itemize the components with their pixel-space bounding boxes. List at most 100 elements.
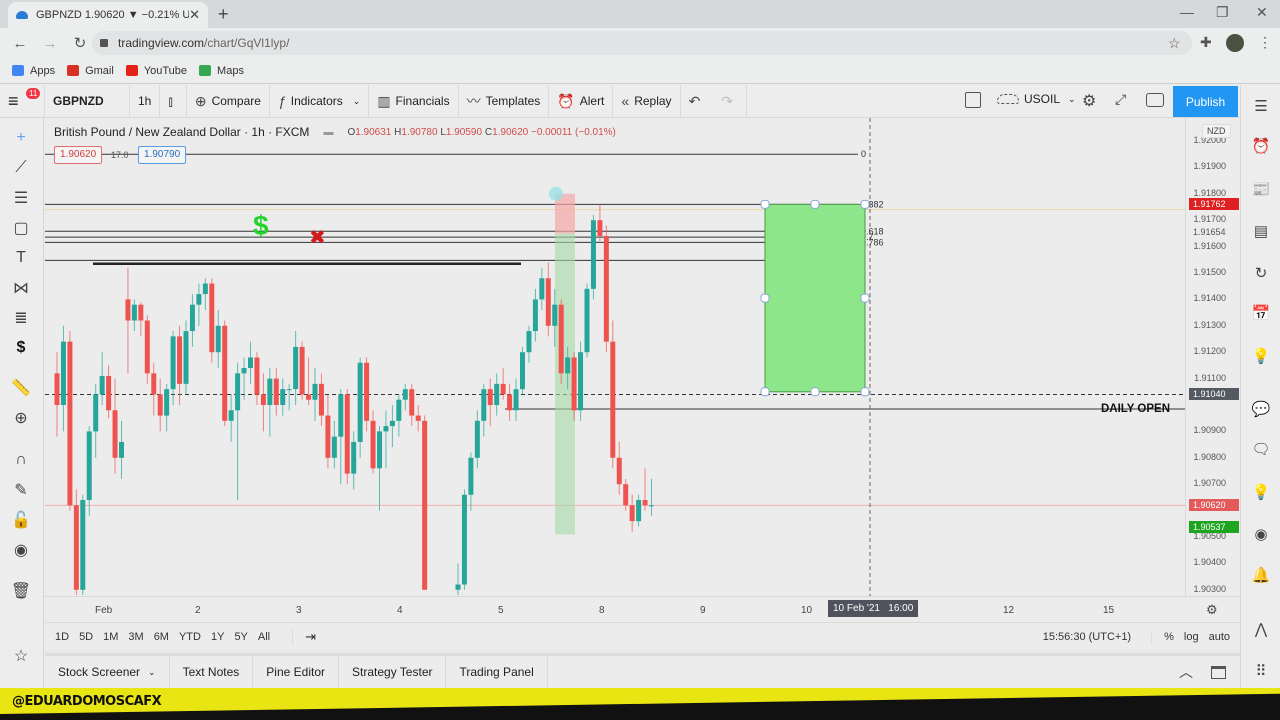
buy-price-button[interactable]: 1.90790 [138, 146, 187, 164]
star-icon[interactable]: ☆ [10, 645, 32, 667]
ideas-bulb-icon[interactable]: 💡 [1250, 345, 1272, 367]
sell-price-button[interactable]: 1.90620 [54, 146, 103, 164]
news-icon[interactable]: 📰 [1250, 178, 1272, 200]
ruler-icon[interactable]: 📏 [10, 377, 32, 399]
chevron-up-icon[interactable]: ︿ [1179, 662, 1193, 682]
range-ytd[interactable]: YTD [179, 631, 201, 643]
reload-icon[interactable]: ↻ [70, 34, 90, 52]
order-panel-icon[interactable]: ⋀ [1250, 618, 1272, 640]
cross-annotation[interactable]: ✖ [309, 225, 326, 250]
dollar-icon[interactable]: $ [10, 337, 32, 359]
rectangle-icon[interactable]: ▢ [10, 217, 32, 239]
chat-icon[interactable]: 🗨 [1250, 438, 1272, 460]
minimize-icon[interactable]: — [1180, 4, 1194, 20]
layout-menu-button[interactable]: USOIL ⌄ [997, 92, 1076, 106]
close-tab-icon[interactable]: ✕ [189, 7, 200, 23]
bookmark-apps[interactable]: Apps [12, 65, 55, 77]
currency-label[interactable]: NZD [1202, 124, 1231, 138]
watchlist-icon[interactable]: ☰ [1250, 95, 1272, 117]
chats-icon[interactable]: 💬 [1250, 398, 1272, 420]
range-1d[interactable]: 1D [55, 631, 69, 643]
new-tab-button[interactable]: + [218, 4, 229, 25]
data-window-icon[interactable]: ▤ [1250, 220, 1272, 242]
profile-avatar[interactable] [1226, 34, 1244, 52]
fib-retracement-icon[interactable]: ☰ [10, 187, 32, 209]
replay-button[interactable]: «Replay [613, 84, 681, 118]
fullscreen-icon[interactable]: ⤢ [1115, 91, 1126, 108]
prediction-icon[interactable]: ≣ [10, 307, 32, 329]
close-window-icon[interactable]: ✕ [1256, 4, 1268, 21]
extensions-icon[interactable]: ✚ [1200, 34, 1212, 51]
chart-pane[interactable]: 00.3820.6180.70.7861 [45, 118, 1185, 596]
bookmark-star-icon[interactable]: ☆ [1168, 35, 1181, 52]
range-1y[interactable]: 1Y [211, 631, 224, 643]
tab-stock-screener[interactable]: Stock Screener ⌄ [45, 656, 170, 688]
compare-button[interactable]: ⊕ Compare [187, 84, 270, 118]
log-scale-toggle[interactable]: log [1184, 631, 1199, 643]
range-5y[interactable]: 5Y [234, 631, 247, 643]
clock-timezone[interactable]: 15:56:30 (UTC+1) [1043, 631, 1131, 643]
bookmark-youtube[interactable]: YouTube [125, 65, 187, 77]
camera-snapshot-icon[interactable] [1146, 93, 1164, 107]
interval-button[interactable]: 1h [130, 84, 161, 118]
indicators-button[interactable]: ƒ Indicators ⌄ [270, 84, 370, 118]
hotlist-icon[interactable]: ↻ [1250, 262, 1272, 284]
tab-strategy-tester[interactable]: Strategy Tester [339, 656, 447, 688]
price-axis[interactable]: 1.92000 1.91900 1.91800 1.91700 1.91600 1.915… [1185, 118, 1240, 596]
forward-icon[interactable]: → [40, 35, 60, 52]
text-icon[interactable]: T [10, 247, 32, 269]
bookmark-gmail[interactable]: Gmail [67, 65, 114, 77]
alarm-clock-icon[interactable]: ⏰ [1250, 135, 1272, 157]
pattern-icon[interactable]: ⋈ [10, 277, 32, 299]
calendar-icon[interactable]: 📅 [1250, 302, 1272, 324]
trend-line-icon[interactable]: ⟋ [10, 157, 32, 179]
broadcast-icon[interactable]: ◉ [1250, 523, 1272, 545]
notifications-bell-icon[interactable]: 🔔 [1250, 564, 1272, 586]
dom-icon[interactable]: ⠿ [1250, 660, 1272, 682]
range-1m[interactable]: 1M [103, 631, 118, 643]
dollar-annotation[interactable]: $ [253, 210, 269, 242]
goto-date-icon[interactable]: ⇥ [292, 628, 316, 645]
undo-button[interactable]: ↶ [681, 85, 714, 118]
time-axis[interactable]: Feb 2 3 4 5 8 9 10 12 15 10 Feb '21 16:00 [45, 596, 1240, 622]
range-6m[interactable]: 6M [154, 631, 169, 643]
maximize-icon[interactable]: ❐ [1216, 4, 1229, 21]
auto-scale-toggle[interactable]: auto [1209, 631, 1230, 643]
candle-body [389, 420, 395, 427]
range-all[interactable]: All [258, 631, 270, 643]
lock-drawing-icon[interactable]: ✎ [10, 479, 32, 501]
financials-button[interactable]: ▥ Financials [369, 84, 459, 118]
redo-button[interactable]: ↷ [713, 84, 748, 118]
price-chart[interactable]: 00.3820.6180.70.7861 [45, 118, 1185, 596]
browser-menu-icon[interactable]: ⋮ [1258, 34, 1272, 51]
magnet-icon[interactable]: ∩ [10, 449, 32, 471]
axis-settings-gear-icon[interactable]: ⚙ [1206, 602, 1218, 618]
symbol-search-button[interactable]: GBPNZD [45, 84, 130, 118]
fullscreen-layout-icon[interactable] [965, 92, 981, 108]
candle-body [54, 373, 60, 405]
range-5d[interactable]: 5D [79, 631, 93, 643]
streams-icon[interactable]: 💡 [1250, 481, 1272, 503]
main-menu-button[interactable]: ≡ 11 [0, 84, 45, 118]
chart-type-button[interactable]: ⫾ [160, 84, 187, 118]
range-3m[interactable]: 3M [128, 631, 143, 643]
publish-button[interactable]: Publish [1173, 86, 1238, 117]
alert-button[interactable]: ⏰ Alert [549, 84, 614, 118]
trash-icon[interactable]: 🗑 [10, 580, 32, 602]
tab-pine-editor[interactable]: Pine Editor [253, 656, 339, 688]
zoom-in-icon[interactable]: ⊕ [10, 407, 32, 429]
tab-text-notes[interactable]: Text Notes [170, 656, 254, 688]
maximize-panel-icon[interactable] [1211, 665, 1226, 679]
percent-scale-toggle[interactable]: % [1151, 630, 1174, 643]
browser-tab[interactable]: GBPNZD 1.90620 ▼ −0.21% USO ✕ [8, 2, 208, 28]
bookmark-maps[interactable]: Maps [199, 65, 244, 77]
back-icon[interactable]: ← [10, 35, 30, 52]
settings-gear-icon[interactable]: ⚙ [1082, 91, 1096, 111]
collapse-legend-icon[interactable]: ▬ [323, 127, 333, 138]
eye-icon[interactable]: ◉ [10, 539, 32, 561]
url-field[interactable]: tradingview.com/chart/GqVl1lyp/ [92, 31, 1192, 55]
unlock-icon[interactable]: 🔓 [10, 509, 32, 531]
templates-button[interactable]: 〰 Templates [459, 84, 550, 118]
crosshair-icon[interactable]: + [10, 127, 32, 149]
tab-trading-panel[interactable]: Trading Panel [446, 656, 548, 688]
